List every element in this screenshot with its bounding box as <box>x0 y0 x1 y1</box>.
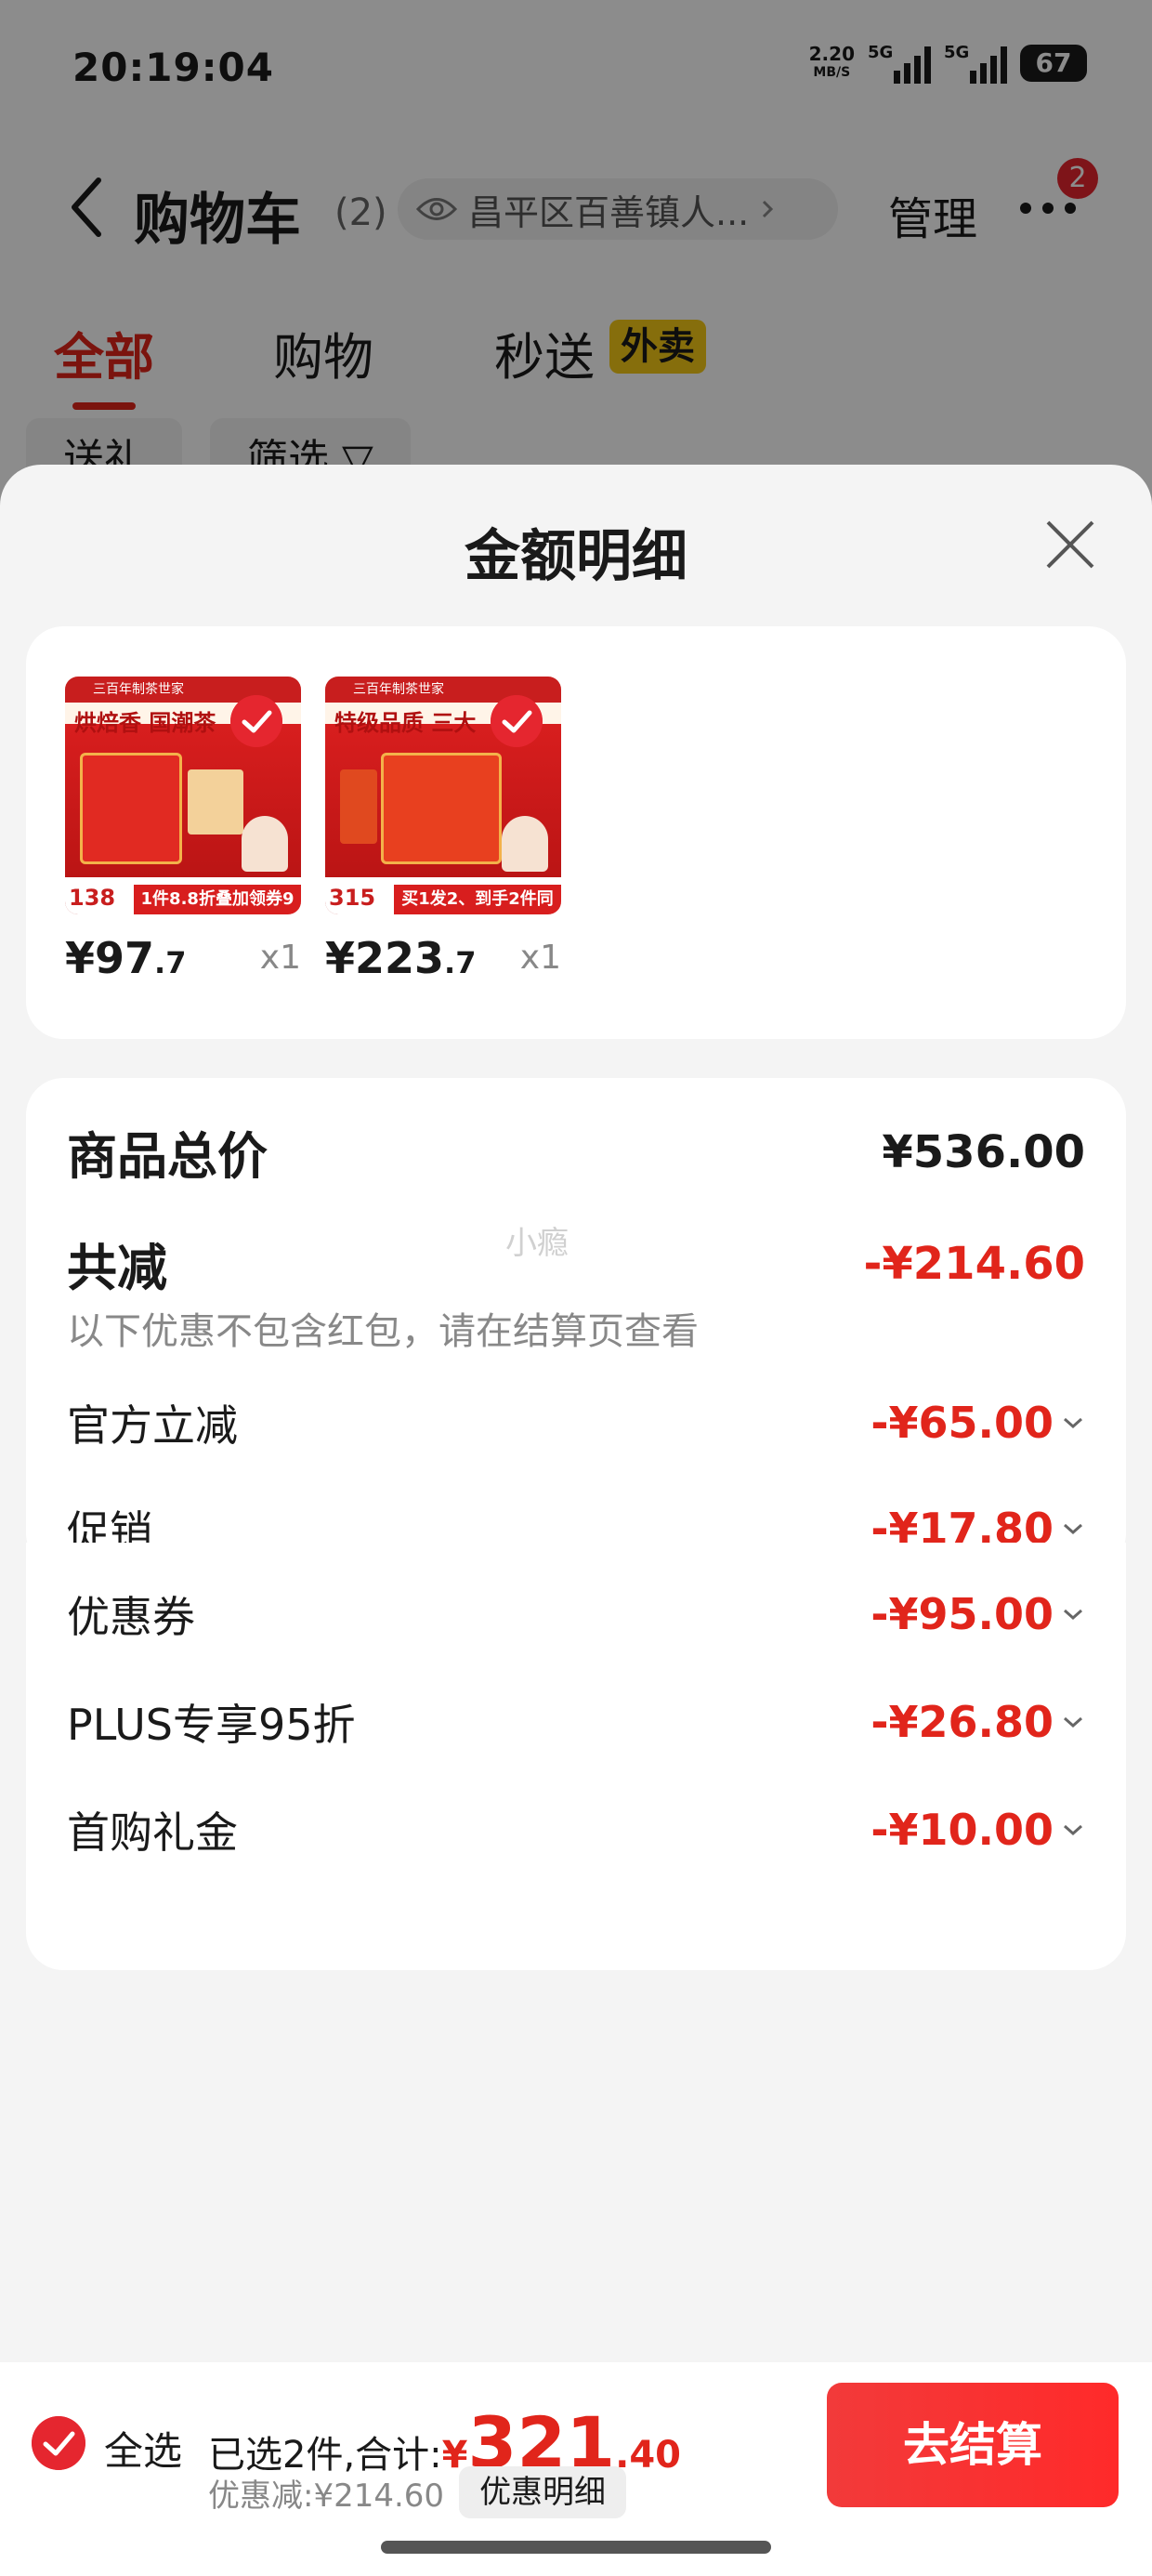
item-quantity: x1 <box>519 939 561 977</box>
goods-card: 三百年制茶世家 烘焙香 国潮茶 138 1件8.8折叠加领券9折 ¥97.7 x… <box>26 626 1126 1039</box>
total-price-row: 商品总价 ¥536.00 <box>67 1125 1085 1187</box>
watermark: 小瘾 <box>505 1225 569 1262</box>
close-icon[interactable] <box>1041 515 1100 574</box>
amount-detail-card-lower: 优惠券 -¥95.00 PLUS专享95折 -¥26.80 首购礼金 -¥10.… <box>26 1543 1126 1970</box>
checkout-button[interactable]: 去结算 <box>827 2383 1119 2507</box>
amount-detail-card: 商品总价 ¥536.00 共减 -¥214.60 以下优惠不包含红包，请在结算页… <box>26 1078 1126 1571</box>
discount-row[interactable]: 首购礼金 -¥10.00 <box>67 1799 1085 1860</box>
total-reduce-row: 共减 -¥214.60 <box>67 1237 1085 1298</box>
select-all-check-icon[interactable] <box>32 2416 85 2470</box>
chevron-down-icon <box>1064 1824 1082 1836</box>
item-quantity: x1 <box>259 939 301 977</box>
check-icon <box>230 695 282 747</box>
chevron-down-icon <box>1064 1417 1082 1429</box>
chevron-down-icon <box>1064 1716 1082 1728</box>
discount-detail-button[interactable]: 优惠明细 <box>459 2466 627 2518</box>
discount-row[interactable]: PLUS专享95折 -¥26.80 <box>67 1691 1085 1753</box>
chevron-down-icon <box>1064 1523 1082 1535</box>
goods-item[interactable]: 三百年制茶世家 特级品质 三大 315 买1发2、到手2件同款 ¥223.7 x… <box>325 677 561 983</box>
amount-detail-sheet: 金额明细 三百年制茶世家 烘焙香 国潮茶 138 1件8.8折叠加领券9折 ¥9… <box>0 465 1152 2576</box>
home-indicator[interactable] <box>381 2541 771 2554</box>
discount-row[interactable]: 优惠券 -¥95.00 <box>67 1584 1085 1645</box>
sheet-title: 金额明细 <box>465 524 687 589</box>
item-price: ¥223.7 <box>325 933 477 983</box>
goods-item[interactable]: 三百年制茶世家 烘焙香 国潮茶 138 1件8.8折叠加领券9折 ¥97.7 x… <box>65 677 301 983</box>
item-price: ¥97.7 <box>65 933 187 983</box>
chevron-down-icon <box>1064 1609 1082 1621</box>
check-icon <box>491 695 543 747</box>
discount-line: 优惠减:¥214.60 优惠明细 <box>208 2466 627 2518</box>
discount-note: 以下优惠不包含红包，请在结算页查看 <box>67 1310 699 1353</box>
discount-row[interactable]: 官方立减 -¥65.00 <box>67 1392 1085 1453</box>
select-all-label[interactable]: 全选 <box>104 2420 182 2477</box>
